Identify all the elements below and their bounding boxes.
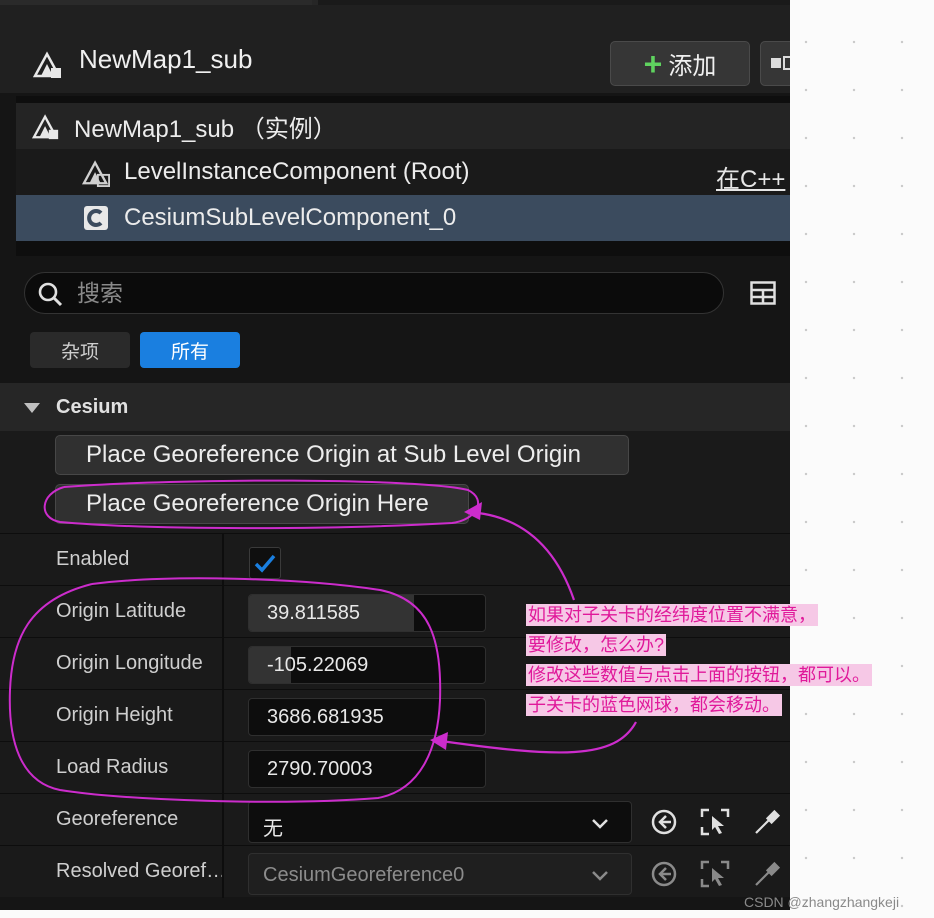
checkmark-icon [254,554,276,573]
eyedropper-icon [755,861,781,886]
prop-label: Enabled [56,548,130,570]
annotation-note: 如果对子关卡的经纬度位置不满意， 要修改，怎么办? 修改这些数值与点击上面的按钮… [526,600,928,720]
level-instance-icon [82,160,110,187]
details-panel: NewMap1_sub + 添加 NewMap1_sub （实例） LevelI… [0,0,790,910]
prop-load-radius: Load Radius 2790.70003 [0,741,790,794]
chevron-down-icon [592,871,608,881]
tree-row-selected[interactable]: CesiumSubLevelComponent_0 [16,195,790,241]
filter-misc[interactable]: 杂项 [30,332,130,368]
place-origin-here-button[interactable]: Place Georeference Origin Here [55,484,469,524]
browse-to-icon [651,861,677,887]
blueprint-icon [771,58,781,68]
browse-to-icon[interactable] [650,808,678,836]
actor-icon [33,51,62,78]
prop-resolved-georeference: Resolved Georef… CesiumGeoreference0 [0,845,790,898]
prop-label: Origin Longitude [56,652,203,674]
grid-icon[interactable] [750,281,776,305]
blueprint-button[interactable] [760,41,790,86]
georeference-dropdown[interactable]: 无 [248,801,632,843]
category-label: Cesium [56,396,129,418]
cpp-source-link[interactable]: 在C++ [716,159,785,194]
details-search [24,272,724,314]
category-cesium[interactable]: Cesium [0,383,790,431]
enabled-checkbox[interactable] [249,547,281,579]
origin-height-input[interactable]: 3686.681935 [248,698,486,736]
add-button-label: 添加 [668,53,717,80]
tree-selected-label: CesiumSubLevelComponent_0 [124,204,457,231]
prop-label: Origin Latitude [56,600,187,622]
component-tree: NewMap1_sub （实例） LevelInstanceComponent … [16,96,790,256]
plus-icon: + [643,45,663,82]
prop-label: Load Radius [56,756,169,778]
filter-all[interactable]: 所有 [140,332,240,368]
resolved-georeference-dropdown: CesiumGeoreference0 [248,853,632,895]
chevron-down-icon [592,819,608,829]
actor-icon [32,114,59,140]
tree-row-root[interactable]: NewMap1_sub （实例） [16,103,790,149]
eyedropper-icon[interactable] [752,808,782,836]
use-selected-icon[interactable] [700,808,730,836]
use-selected-icon [700,860,730,888]
load-radius-input[interactable]: 2790.70003 [248,750,486,788]
annotation-line: 子关卡的蓝色网球，都会移动。 [526,694,782,716]
tree-level-instance-label: LevelInstanceComponent (Root) [124,158,470,185]
annotation-line: 要修改，怎么办? [526,634,667,656]
tree-row-level-instance[interactable]: LevelInstanceComponent (Root) 在C++ [16,149,790,195]
actor-title: NewMap1_sub [79,44,253,74]
prop-label: Georeference [56,808,179,830]
prop-georeference: Georeference 无 [0,793,790,846]
origin-latitude-input[interactable]: 39.811585 [248,594,486,632]
component-icon [84,206,108,230]
annotation-line: 修改这些数值与点击上面的按钮，都可以。 [526,664,872,686]
add-component-button[interactable]: + 添加 [610,41,750,86]
annotation-line: 如果对子关卡的经纬度位置不满意， [526,604,818,626]
caret-down-icon [24,403,40,413]
origin-longitude-input[interactable]: -105.22069 [248,646,486,684]
prop-enabled: Enabled [0,533,790,586]
watermark: CSDN @zhangzhangkeji [744,894,900,910]
prop-label: Origin Height [56,704,173,726]
prop-label: Resolved Georef… [56,860,227,882]
place-origin-at-sublevel-button[interactable]: Place Georeference Origin at Sub Level O… [55,435,629,475]
search-input[interactable] [77,277,677,309]
search-icon [38,282,63,307]
tree-root-label: NewMap1_sub （实例） [74,115,337,143]
